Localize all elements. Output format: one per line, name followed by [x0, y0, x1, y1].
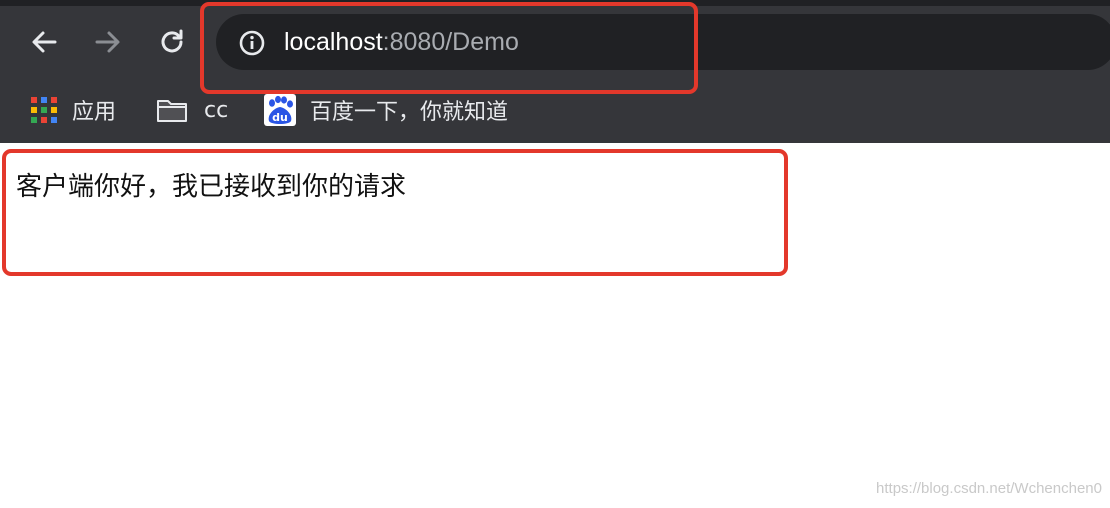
folder-icon: [157, 100, 187, 122]
svg-text:du: du: [272, 111, 288, 124]
bookmark-folder-cc[interactable]: cc: [156, 92, 228, 128]
forward-button[interactable]: [90, 24, 126, 60]
bookmark-baidu[interactable]: du 百度一下，你就知道: [264, 92, 508, 128]
reload-button[interactable]: [154, 24, 190, 60]
bookmark-label: cc: [204, 97, 229, 123]
bookmark-label: 应用: [72, 100, 117, 125]
arrow-left-icon: [32, 31, 57, 53]
bookmark-apps[interactable]: 应用: [30, 92, 116, 128]
watermark: https://blog.csdn.net/Wchenchen0: [876, 480, 1102, 497]
content-highlight-box: [2, 149, 788, 276]
arrow-right-icon: [95, 31, 120, 53]
bookmark-label: 百度一下，你就知道: [310, 100, 509, 125]
back-button[interactable]: [26, 24, 62, 60]
apps-grid-icon: [31, 97, 57, 123]
address-highlight-box: [200, 2, 698, 94]
baidu-icon: du: [264, 94, 296, 126]
reload-icon: [161, 29, 183, 53]
